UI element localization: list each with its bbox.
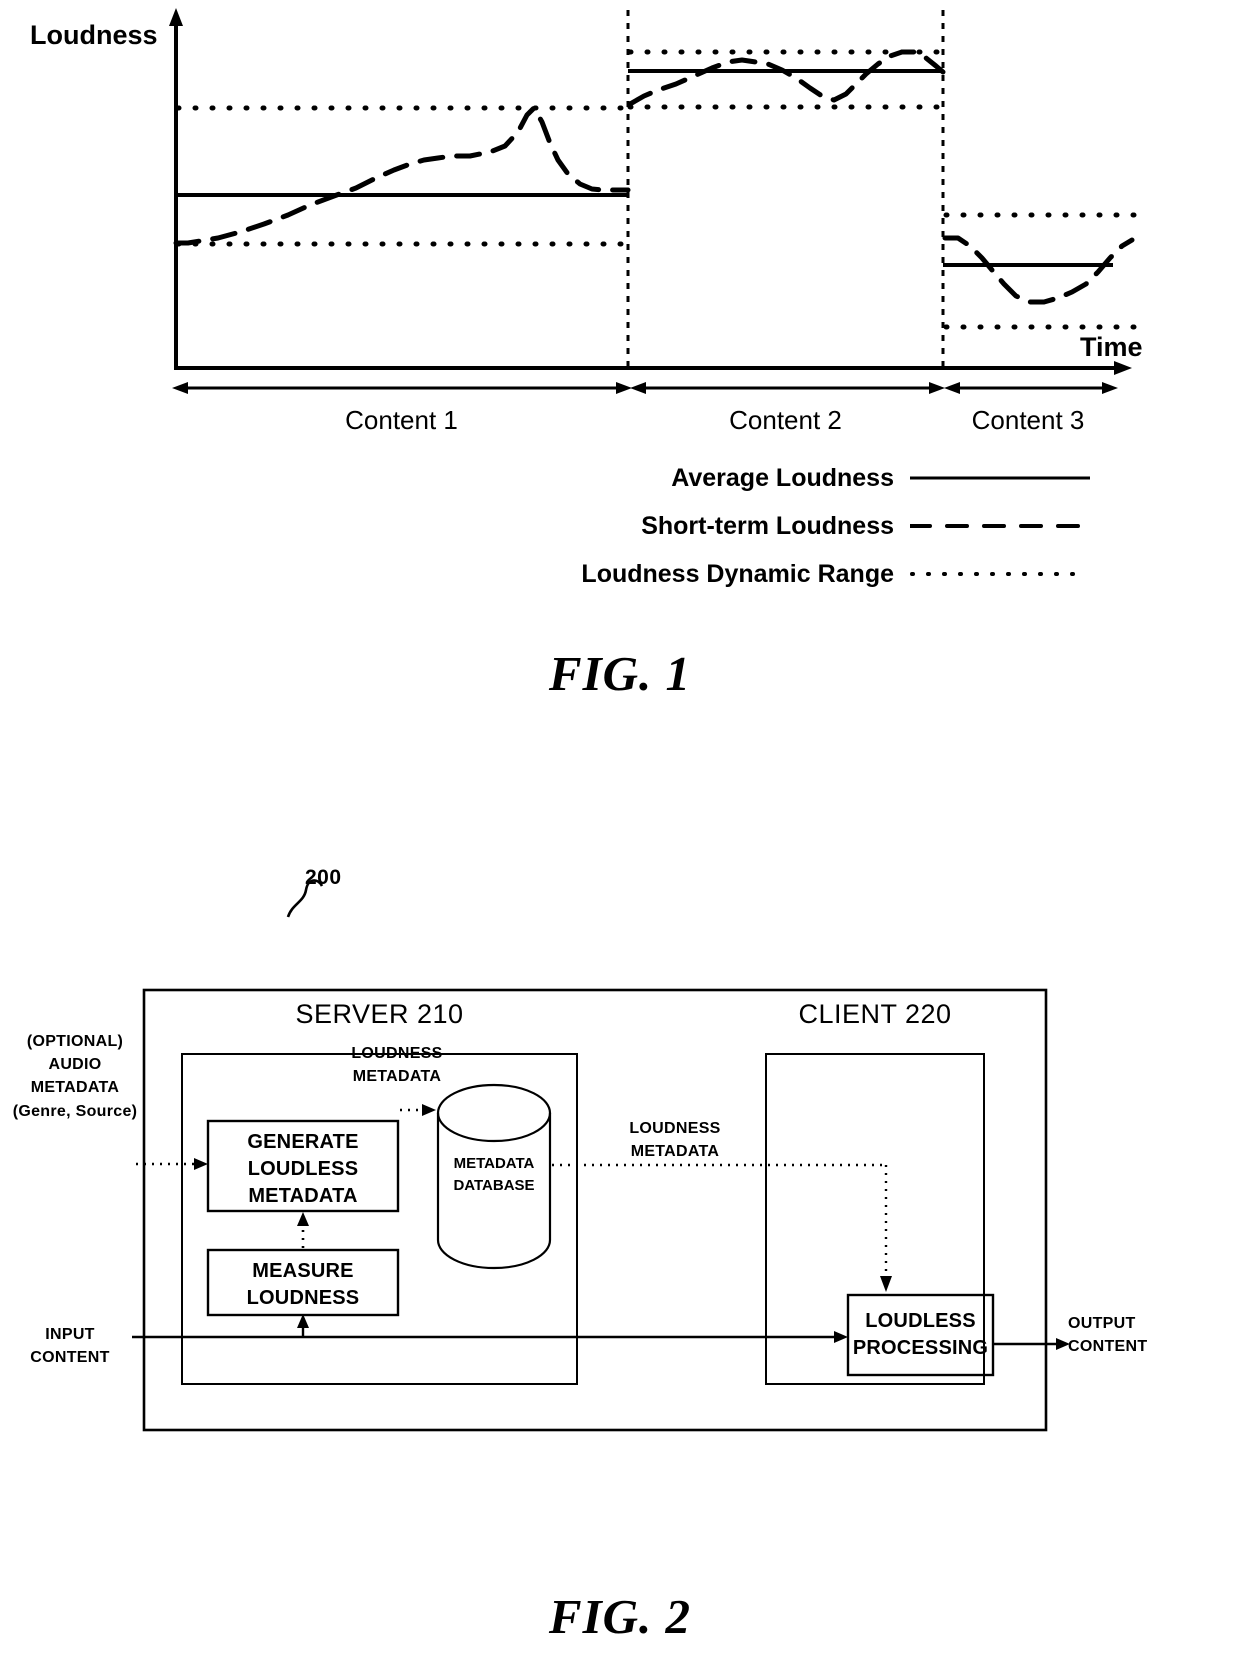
metadata-database-label: METADATA DATABASE bbox=[453, 1155, 535, 1194]
server-frame bbox=[181, 1053, 578, 1385]
arrow-generate-to-database bbox=[400, 1104, 436, 1116]
arrow-loudness-metadata-to-client bbox=[552, 1163, 892, 1292]
measure-loudness-label: MEASURE LOUDNESS bbox=[246, 1260, 360, 1310]
label-optional-audio-metadata: (OPTIONAL) AUDIO METADATA (Genre, Source… bbox=[12, 1033, 138, 1120]
input-content-bus bbox=[132, 1331, 848, 1343]
figure-2-caption: FIG. 2 bbox=[548, 1589, 692, 1644]
patent-figure-sheet: Loudness Time Content 1 Content 2 Conten… bbox=[0, 0, 1240, 1679]
server-title: SERVER 210 bbox=[295, 999, 464, 1029]
figure-2: 200 SERVER 210 CLIENT 220 (OPTIONAL) AUD… bbox=[0, 0, 1240, 1679]
generate-loudless-metadata-label: GENERATE LOUDLESS METADATA bbox=[247, 1131, 359, 1208]
arrow-measure-to-generate bbox=[297, 1212, 309, 1248]
arrow-input-to-measure bbox=[297, 1314, 309, 1337]
label-input-content: INPUT CONTENT bbox=[30, 1326, 110, 1367]
label-loudness-metadata-server: LOUDNESS METADATA bbox=[351, 1045, 443, 1086]
system-block-diagram bbox=[132, 879, 1070, 1432]
system-reference-number: 200 bbox=[305, 866, 342, 889]
label-output-content: OUTPUT CONTENT bbox=[1068, 1315, 1148, 1356]
output-content-line bbox=[993, 1338, 1070, 1350]
label-loudness-metadata-link: LOUDNESS METADATA bbox=[629, 1120, 721, 1161]
loudless-processing-label: LOUDLESS PROCESSING bbox=[852, 1310, 989, 1360]
client-title: CLIENT 220 bbox=[798, 999, 952, 1029]
arrow-audio-metadata-to-generate bbox=[136, 1158, 208, 1170]
